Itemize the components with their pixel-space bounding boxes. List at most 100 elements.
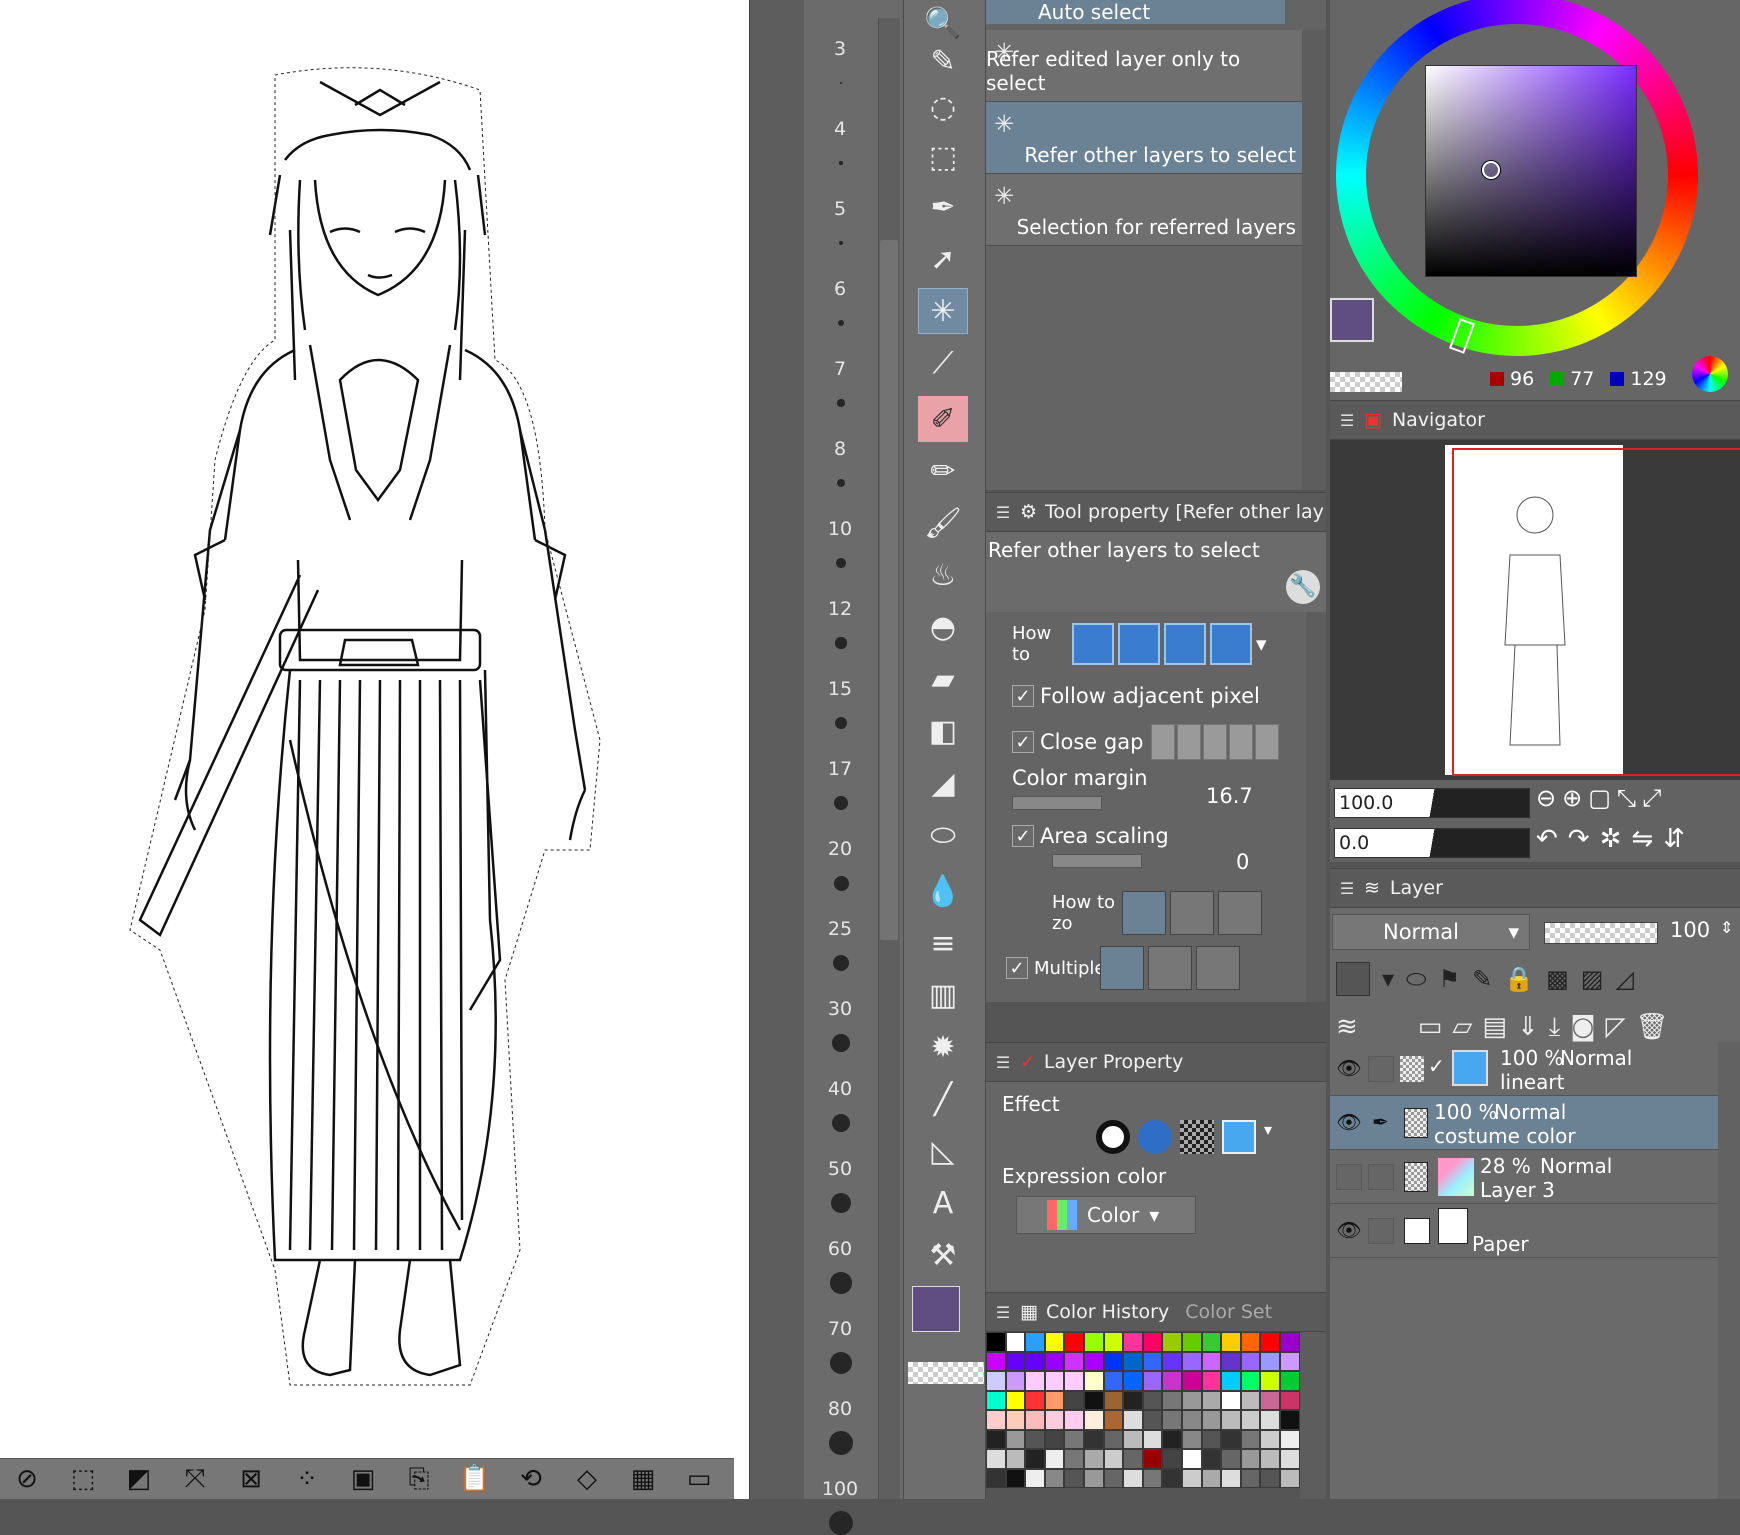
tab-color-set[interactable]: Color Set	[1185, 1301, 1272, 1323]
pen-edit-icon[interactable]: ✒	[1372, 1110, 1389, 1134]
color-history-swatch[interactable]	[1240, 1390, 1261, 1410]
color-history-swatch[interactable]	[1103, 1449, 1124, 1469]
gap-level-1[interactable]	[1151, 724, 1176, 760]
color-history-swatch[interactable]	[1142, 1332, 1163, 1352]
color-history-swatch[interactable]	[1083, 1351, 1104, 1371]
ruler-icon[interactable]: ◿	[1615, 965, 1633, 993]
color-history-swatch[interactable]	[1201, 1371, 1222, 1391]
correct-line-icon[interactable]: ⚒	[918, 1232, 968, 1278]
color-history-swatch[interactable]	[1181, 1449, 1202, 1469]
color-history-swatch[interactable]	[986, 1390, 1006, 1410]
brush-size-label[interactable]: 6	[804, 278, 876, 300]
brush-size-dot[interactable]	[832, 1034, 850, 1052]
color-history-swatch[interactable]	[1005, 1390, 1026, 1410]
color-history-swatch[interactable]	[1201, 1429, 1222, 1449]
expression-color-select[interactable]: Color ▾	[1016, 1196, 1196, 1234]
spin-icon[interactable]: ⇕	[1720, 918, 1733, 937]
color-history-swatch[interactable]	[986, 1429, 1006, 1449]
transparent-swatch[interactable]	[1330, 372, 1402, 392]
color-history-swatch[interactable]	[1142, 1390, 1163, 1410]
color-history-swatch[interactable]	[1025, 1332, 1045, 1352]
clear-outside-icon[interactable]: ⬚	[62, 1462, 104, 1496]
color-history-swatch[interactable]	[1279, 1410, 1300, 1430]
layer-row-paper[interactable]: 👁 Paper	[1330, 1204, 1718, 1258]
color-history-swatch[interactable]	[1064, 1429, 1084, 1449]
color-history-swatch[interactable]	[1260, 1449, 1280, 1469]
selected-layers-button[interactable]	[1196, 946, 1240, 990]
brush-size-label[interactable]: 30	[804, 998, 876, 1020]
color-history-swatch[interactable]	[1025, 1390, 1045, 1410]
brush-tool-icon[interactable]: 🖌	[918, 500, 968, 546]
color-history-swatch[interactable]	[986, 1332, 1006, 1352]
invert-selection-icon[interactable]: ◩	[118, 1462, 160, 1496]
panel-menu-icon[interactable]: ☰	[986, 1293, 1020, 1331]
brush-size-dot[interactable]	[834, 796, 848, 810]
brush-size-label[interactable]: 25	[804, 918, 876, 940]
gap-level-4[interactable]	[1229, 724, 1254, 760]
effect-line-icon[interactable]: ✹	[918, 1024, 968, 1070]
intersect-selection-button[interactable]	[1210, 623, 1252, 665]
edit-target-icon[interactable]	[1368, 1164, 1394, 1190]
color-history-swatch[interactable]	[1142, 1429, 1163, 1449]
navigator-preview[interactable]	[1330, 440, 1740, 780]
pencil-tool-icon[interactable]: ✏	[918, 448, 968, 494]
rotate-left-icon[interactable]: ↶	[1536, 824, 1558, 854]
subtool-selection-referred[interactable]: ✳ Selection for referred layers	[986, 174, 1302, 246]
brush-size-dot[interactable]	[837, 399, 845, 407]
color-history-swatch[interactable]	[1279, 1429, 1300, 1449]
color-history-swatch[interactable]	[1162, 1351, 1182, 1371]
brush-size-dot[interactable]	[831, 1113, 851, 1133]
delete-layer-icon[interactable]: 🗑	[1635, 1012, 1668, 1042]
color-history-swatch[interactable]	[1123, 1371, 1143, 1391]
edit-target-icon[interactable]	[1368, 1056, 1394, 1082]
brush-size-label[interactable]: 40	[804, 1078, 876, 1100]
checker-icon[interactable]: ▦	[622, 1462, 664, 1496]
color-history-swatch[interactable]	[1201, 1449, 1222, 1469]
color-history-swatch[interactable]	[1005, 1449, 1026, 1469]
edit-target-icon[interactable]	[1368, 1218, 1394, 1244]
new-folder-icon[interactable]: ▤	[1482, 1012, 1507, 1042]
color-history-swatch[interactable]	[1044, 1468, 1065, 1488]
zoom-mode-round-button[interactable]	[1170, 891, 1214, 935]
color-history-swatch[interactable]	[1083, 1332, 1104, 1352]
color-history-swatch[interactable]	[986, 1371, 1006, 1391]
color-history-swatch[interactable]	[1181, 1351, 1202, 1371]
reference-layer-icon[interactable]: ⚑	[1439, 965, 1461, 993]
color-history-swatch[interactable]	[1025, 1410, 1045, 1430]
color-history-swatch[interactable]	[1221, 1332, 1241, 1352]
ruler-icon[interactable]: ▭	[678, 1462, 720, 1496]
color-history-swatch[interactable]	[1123, 1468, 1143, 1488]
zoom-out-icon[interactable]: ⊖	[1536, 784, 1556, 812]
color-history-swatch[interactable]	[1142, 1468, 1163, 1488]
reference-layer-button[interactable]	[1148, 946, 1192, 990]
fit-navigator-icon[interactable]: ⤢	[1642, 784, 1661, 812]
color-history-swatch[interactable]	[1083, 1429, 1104, 1449]
flip-horizontal-icon[interactable]: ⇋	[1631, 824, 1653, 854]
subtool-refer-other[interactable]: ✳ Refer other layers to select	[986, 102, 1302, 174]
color-history-swatch[interactable]	[1103, 1390, 1124, 1410]
color-history-swatch[interactable]	[1005, 1351, 1026, 1371]
color-history-swatch[interactable]	[1279, 1371, 1300, 1391]
wrench-icon[interactable]: 🔧	[1286, 570, 1320, 604]
color-history-swatch[interactable]	[1221, 1449, 1241, 1469]
color-history-swatch[interactable]	[1240, 1429, 1261, 1449]
color-history-swatch[interactable]	[1260, 1429, 1280, 1449]
texture-effect-button[interactable]	[1180, 1120, 1214, 1154]
brush-size-dot[interactable]	[833, 875, 849, 891]
color-history-swatch[interactable]	[1123, 1449, 1143, 1469]
line-icon[interactable]: ╱	[918, 1076, 968, 1122]
color-history-swatch[interactable]	[1240, 1371, 1261, 1391]
color-history-swatch[interactable]	[1221, 1351, 1241, 1371]
selection-pen-icon[interactable]: ✒	[918, 184, 968, 230]
brush-size-label[interactable]: 3	[804, 38, 876, 60]
color-history-swatch[interactable]	[1181, 1468, 1202, 1488]
color-history-swatch[interactable]	[1221, 1371, 1241, 1391]
brush-size-dot[interactable]	[830, 1192, 852, 1214]
reset-rotation-icon[interactable]: ✲	[1600, 824, 1622, 854]
brush-size-dot[interactable]	[830, 1272, 852, 1294]
color-history-swatch[interactable]	[1083, 1468, 1104, 1488]
color-history-swatch[interactable]	[1142, 1449, 1163, 1469]
brush-size-label[interactable]: 70	[804, 1318, 876, 1340]
color-history-swatch[interactable]	[1279, 1449, 1300, 1469]
color-history-grid[interactable]	[986, 1332, 1300, 1499]
